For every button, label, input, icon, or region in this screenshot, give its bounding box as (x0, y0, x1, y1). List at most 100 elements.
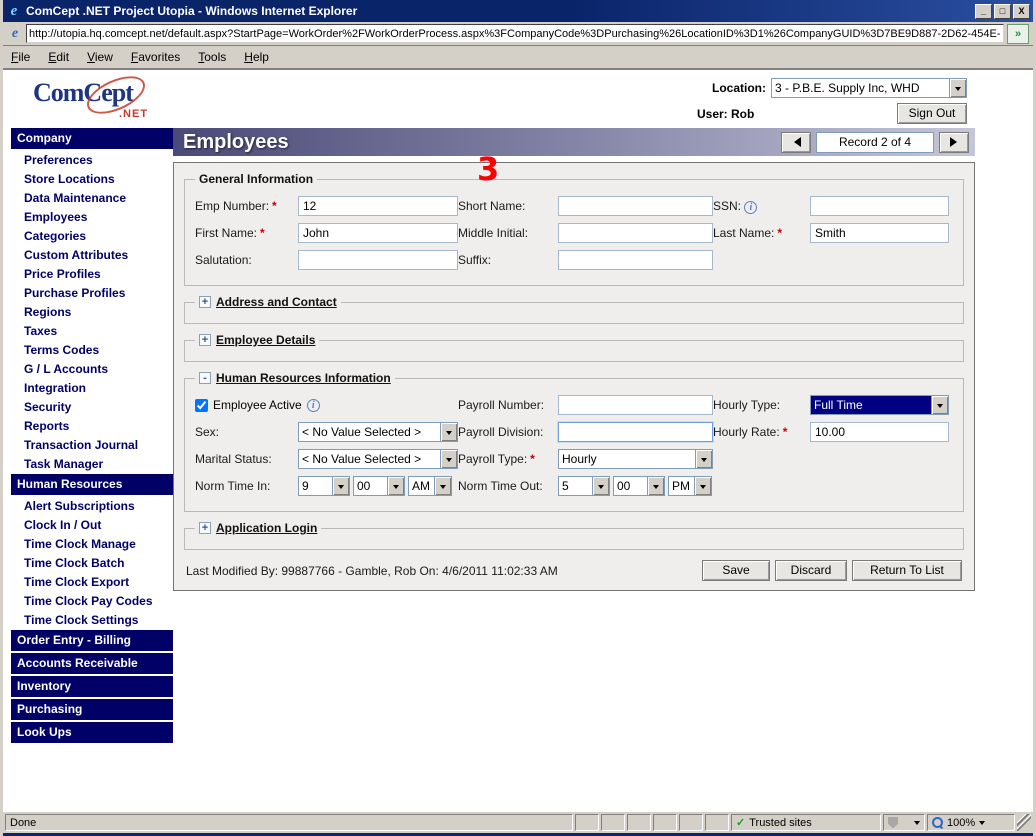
menu-file[interactable]: File (11, 50, 30, 64)
sidebar-item-time-clock-manage[interactable]: Time Clock Manage (11, 535, 173, 554)
sidebar-item-store-locations[interactable]: Store Locations (11, 170, 173, 189)
norm-time-in-hour-select[interactable]: 9 (298, 476, 350, 496)
sidebar-item-gl-accounts[interactable]: G / L Accounts (11, 360, 173, 379)
payroll-number-field[interactable] (558, 395, 713, 415)
sidebar-section-order-entry-billing[interactable]: Order Entry - Billing (11, 630, 173, 653)
hr-information-section-title[interactable]: Human Resources Information (216, 371, 391, 385)
sidebar-item-purchase-profiles[interactable]: Purchase Profiles (11, 284, 173, 303)
sidebar-item-clock-in-out[interactable]: Clock In / Out (11, 516, 173, 535)
go-button[interactable]: » (1007, 24, 1029, 44)
sidebar-section-purchasing[interactable]: Purchasing (11, 699, 173, 722)
sidebar-item-time-clock-batch[interactable]: Time Clock Batch (11, 554, 173, 573)
hourly-type-select[interactable]: Full Time (810, 395, 949, 415)
sidebar-item-taxes[interactable]: Taxes (11, 322, 173, 341)
norm-time-out-ampm-select[interactable]: PM (668, 476, 712, 496)
sex-select[interactable]: < No Value Selected > (298, 422, 458, 442)
menu-help[interactable]: Help (244, 50, 269, 64)
dropdown-button[interactable] (647, 477, 664, 495)
dropdown-button[interactable] (694, 477, 711, 495)
hourly-rate-field[interactable] (810, 422, 949, 442)
minimize-button[interactable]: _ (975, 4, 992, 19)
menu-edit[interactable]: Edit (48, 50, 69, 64)
sign-out-button[interactable]: Sign Out (897, 103, 967, 124)
info-icon[interactable]: i (307, 399, 320, 412)
norm-time-out-minute-select[interactable]: 00 (613, 476, 665, 496)
discard-button[interactable]: Discard (775, 560, 847, 581)
zoom-control[interactable]: 100% (927, 814, 1015, 831)
suffix-field[interactable] (558, 250, 713, 270)
sidebar-item-reports[interactable]: Reports (11, 417, 173, 436)
sidebar-item-integration[interactable]: Integration (11, 379, 173, 398)
maximize-button[interactable]: □ (994, 4, 1011, 19)
info-icon[interactable]: i (744, 201, 757, 214)
collapse-icon[interactable]: - (199, 372, 211, 384)
protected-mode-pane[interactable] (883, 814, 925, 831)
employee-active-checkbox[interactable] (195, 399, 208, 412)
norm-time-in-ampm-select[interactable]: AM (408, 476, 452, 496)
sidebar-section-accounts-receivable[interactable]: Accounts Receivable (11, 653, 173, 676)
menu-favorites[interactable]: Favorites (131, 50, 180, 64)
sidebar-item-terms-codes[interactable]: Terms Codes (11, 341, 173, 360)
record-counter[interactable]: Record 2 of 4 (816, 132, 934, 153)
payroll-type-dropdown-button[interactable] (695, 450, 712, 468)
sidebar-item-task-manager[interactable]: Task Manager (11, 455, 173, 474)
required-icon: * (272, 199, 277, 213)
sidebar-item-regions[interactable]: Regions (11, 303, 173, 322)
expand-icon[interactable]: + (199, 296, 211, 308)
sidebar-item-security[interactable]: Security (11, 398, 173, 417)
application-login-section-title[interactable]: Application Login (216, 521, 317, 535)
menu-view[interactable]: View (87, 50, 113, 64)
previous-record-button[interactable] (781, 132, 811, 153)
marital-status-dropdown-button[interactable] (440, 450, 457, 468)
return-to-list-button[interactable]: Return To List (852, 560, 962, 581)
chevron-down-icon (393, 485, 399, 492)
last-name-field[interactable] (810, 223, 949, 243)
ssn-field[interactable] (810, 196, 949, 216)
salutation-field[interactable] (298, 250, 458, 270)
sidebar-section-look-ups[interactable]: Look Ups (11, 722, 173, 745)
dropdown-button[interactable] (592, 477, 609, 495)
emp-number-field[interactable] (298, 196, 458, 216)
dropdown-button[interactable] (332, 477, 349, 495)
sidebar-item-price-profiles[interactable]: Price Profiles (11, 265, 173, 284)
sidebar-item-custom-attributes[interactable]: Custom Attributes (11, 246, 173, 265)
sidebar-item-transaction-journal[interactable]: Transaction Journal (11, 436, 173, 455)
sidebar-item-preferences[interactable]: Preferences (11, 151, 173, 170)
norm-time-out-hour-select[interactable]: 5 (558, 476, 610, 496)
employee-details-section-title[interactable]: Employee Details (216, 333, 315, 347)
expand-icon[interactable]: + (199, 334, 211, 346)
location-dropdown-button[interactable] (949, 79, 966, 97)
address-contact-section-title[interactable]: Address and Contact (216, 295, 337, 309)
next-record-button[interactable] (939, 132, 969, 153)
sidebar-section-inventory[interactable]: Inventory (11, 676, 173, 699)
menu-tools[interactable]: Tools (198, 50, 226, 64)
short-name-field[interactable] (558, 196, 713, 216)
sidebar-item-employees[interactable]: Employees (11, 208, 173, 227)
save-button[interactable]: Save (702, 560, 770, 581)
sex-dropdown-button[interactable] (440, 423, 457, 441)
sidebar-item-time-clock-pay-codes[interactable]: Time Clock Pay Codes (11, 592, 173, 611)
location-select[interactable]: 3 - P.B.E. Supply Inc, WHD (771, 78, 967, 98)
expand-icon[interactable]: + (199, 522, 211, 534)
status-pane (575, 814, 599, 831)
payroll-division-field[interactable] (558, 422, 713, 442)
sidebar-item-data-maintenance[interactable]: Data Maintenance (11, 189, 173, 208)
close-button[interactable]: X (1013, 4, 1030, 19)
dropdown-button[interactable] (434, 477, 451, 495)
window-title: ComCept .NET Project Utopia - Windows In… (26, 4, 973, 18)
norm-time-in-minute-select[interactable]: 00 (353, 476, 405, 496)
sidebar-item-time-clock-settings[interactable]: Time Clock Settings (11, 611, 173, 630)
hourly-type-dropdown-button[interactable] (931, 396, 948, 414)
sidebar-item-time-clock-export[interactable]: Time Clock Export (11, 573, 173, 592)
dropdown-button[interactable] (387, 477, 404, 495)
sidebar-item-categories[interactable]: Categories (11, 227, 173, 246)
payroll-type-select[interactable]: Hourly (558, 449, 713, 469)
sidebar-item-alert-subscriptions[interactable]: Alert Subscriptions (11, 497, 173, 516)
sidebar-section-human-resources[interactable]: Human Resources (11, 474, 173, 497)
middle-initial-field[interactable] (558, 223, 713, 243)
marital-status-select[interactable]: < No Value Selected > (298, 449, 458, 469)
resize-grip[interactable] (1017, 814, 1031, 831)
url-input[interactable] (29, 28, 1001, 40)
first-name-field[interactable] (298, 223, 458, 243)
sidebar-section-company[interactable]: Company (11, 128, 173, 151)
